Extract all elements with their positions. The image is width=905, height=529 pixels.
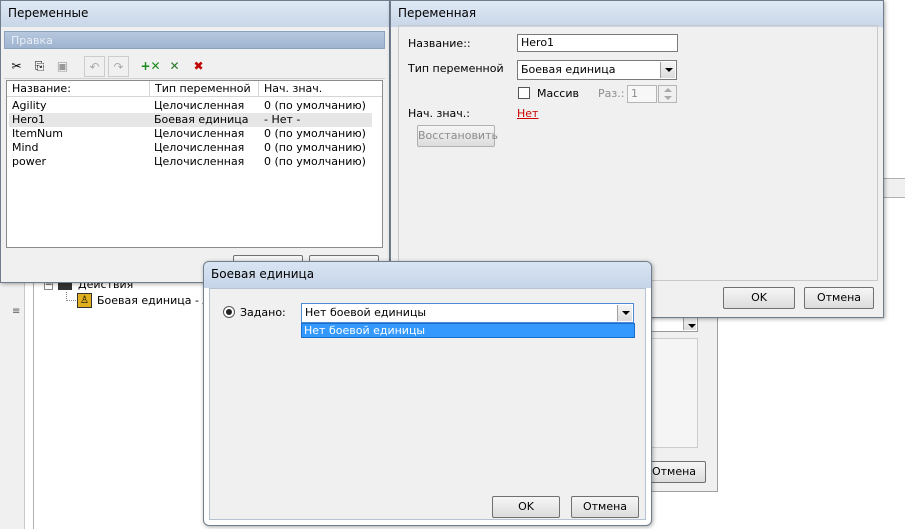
variable-editor-title: Переменная: [391, 1, 883, 27]
column-header-type[interactable]: Тип переменной: [155, 82, 251, 95]
row-type: Целочисленная: [154, 141, 245, 154]
variables-window-title: Переменные: [1, 1, 389, 27]
row-name: Mind: [12, 141, 39, 154]
row-name: Hero1: [12, 113, 46, 126]
row-type: Целочисленная: [154, 155, 245, 168]
row-initial: - Нет -: [264, 113, 301, 126]
row-type: Целочисленная: [154, 99, 245, 112]
row-initial: 0 (по умолчанию): [264, 127, 366, 140]
unit-select[interactable]: Нет боевой единицы: [301, 303, 634, 323]
spin-up-icon[interactable]: [664, 88, 672, 92]
redo-icon[interactable]: ↷: [108, 56, 129, 77]
spin-down-icon[interactable]: [664, 96, 672, 100]
row-type: Целочисленная: [154, 127, 245, 140]
initial-value-label: Нач. знач.:: [408, 107, 470, 120]
variable-ok-button[interactable]: OK: [723, 287, 795, 309]
edit-menu-bar: Правка: [4, 31, 385, 49]
unit-action-icon: ♙: [77, 293, 92, 308]
unit-dialog-window: Боевая единица Задано: Нет боевой единиц…: [203, 261, 652, 526]
list-item[interactable]: power Целочисленная 0 (по умолчанию): [9, 155, 372, 169]
list-item-selected[interactable]: Hero1 Боевая единица - Нет -: [9, 113, 372, 127]
chevron-down-icon: [660, 62, 675, 78]
unit-dropdown-list: Нет боевой единицы: [301, 323, 635, 338]
type-label: Тип переменной: [408, 62, 504, 75]
specified-radio[interactable]: [223, 306, 235, 318]
edit-variable-icon[interactable]: ✕: [164, 56, 185, 77]
unit-cancel-button[interactable]: Отмена: [571, 496, 639, 518]
name-label: Название::: [408, 37, 471, 50]
row-initial: 0 (по умолчанию): [264, 141, 366, 154]
paste-icon[interactable]: ▣: [52, 56, 73, 77]
cut-icon[interactable]: ✂: [6, 56, 27, 77]
array-label: Массив: [537, 87, 579, 100]
column-header-initial[interactable]: Нач. знач.: [264, 82, 322, 95]
size-input[interactable]: 1: [627, 85, 657, 103]
chevron-down-icon: [617, 305, 632, 321]
unit-ok-button[interactable]: OK: [492, 496, 560, 518]
column-header-name[interactable]: Название:: [12, 82, 71, 95]
list-item[interactable]: Mind Целочисленная 0 (по умолчанию): [9, 141, 372, 155]
variable-cancel-button[interactable]: Отмена: [804, 287, 874, 309]
specified-label: Задано:: [240, 306, 286, 319]
restore-button[interactable]: Восстановить: [417, 125, 498, 147]
size-spinner-icon[interactable]: [658, 85, 677, 103]
row-name: Agility: [12, 99, 47, 112]
tree-panel: [33, 270, 208, 529]
delete-variable-icon[interactable]: ✖: [188, 56, 209, 77]
dropdown-option[interactable]: Нет боевой единицы: [304, 324, 425, 337]
radio-dot-icon: [226, 309, 232, 315]
type-select[interactable]: Боевая единица: [517, 60, 677, 80]
menu-item-edit[interactable]: Правка: [11, 34, 53, 47]
add-variable-icon[interactable]: +✕: [140, 56, 161, 77]
row-name: ItemNum: [12, 127, 63, 140]
type-select-value: Боевая единица: [521, 63, 616, 76]
list-header: Название: Тип переменной Нач. знач.: [7, 81, 382, 97]
initial-value-link[interactable]: Нет: [517, 107, 538, 120]
unit-dialog-title: Боевая единица: [204, 262, 651, 288]
row-initial: 0 (по умолчанию): [264, 99, 366, 112]
splitter-grip-icon[interactable]: ≡: [12, 306, 20, 317]
size-label: Раз.:: [598, 87, 625, 100]
row-type: Боевая единица: [154, 113, 249, 126]
list-item[interactable]: ItemNum Целочисленная 0 (по умолчанию): [9, 127, 372, 141]
copy-icon[interactable]: ⎘: [29, 56, 50, 77]
array-checkbox[interactable]: [518, 87, 530, 99]
tree-connector: [66, 292, 76, 301]
row-name: power: [12, 155, 46, 168]
name-input[interactable]: Hero1: [517, 34, 678, 52]
variables-window: Переменные Правка ✂ ⎘ ▣ ↶ ↷ +✕ ✕ ✖ Назва…: [0, 0, 390, 283]
tree-item-unit-action[interactable]: Боевая единица - Ad: [97, 294, 217, 307]
chevron-down-icon: [683, 318, 696, 330]
unit-select-value: Нет боевой единицы: [305, 306, 427, 319]
list-item[interactable]: Agility Целочисленная 0 (по умолчанию): [9, 99, 372, 113]
column-divider[interactable]: [258, 81, 259, 97]
undo-icon[interactable]: ↶: [84, 56, 105, 77]
column-divider[interactable]: [149, 81, 150, 97]
row-initial: 0 (по умолчанию): [264, 155, 366, 168]
